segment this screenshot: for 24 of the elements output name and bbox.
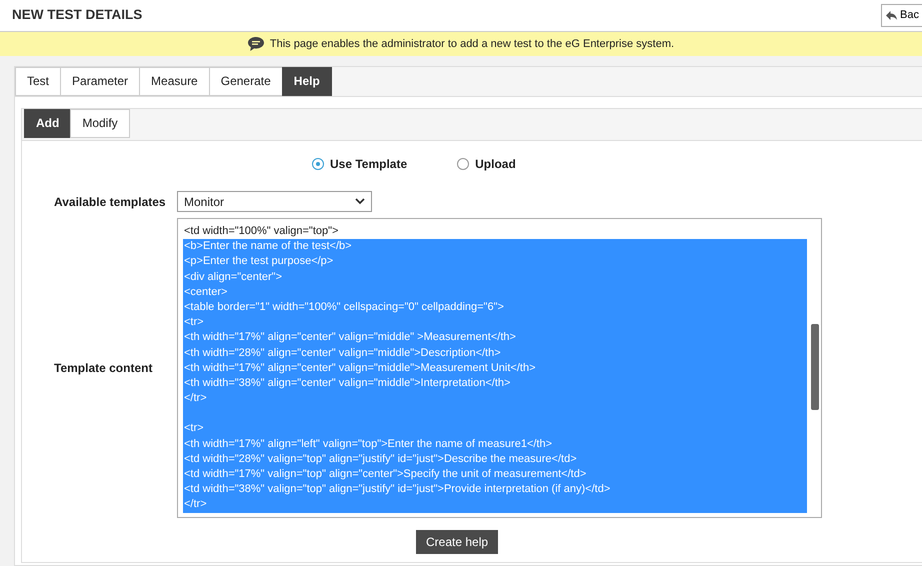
chevron-down-icon	[355, 198, 365, 205]
create-help-button[interactable]: Create help	[416, 530, 498, 554]
radio-button[interactable]	[312, 158, 324, 170]
back-arrow-icon	[886, 11, 898, 20]
field-label: Template content	[53, 360, 154, 377]
speech-bubble-icon	[248, 37, 264, 51]
sub-tab[interactable]: Modify	[70, 109, 130, 138]
radio-button[interactable]	[457, 158, 470, 170]
code-line: <td width="100%" valign="top">	[183, 224, 340, 239]
page-title: NEW TEST DETAILS	[12, 6, 142, 24]
scrollbar-thumb[interactable]	[811, 324, 819, 410]
tab[interactable]: Measure	[139, 67, 209, 96]
sub-tab[interactable]: Add	[24, 109, 70, 138]
field-label: Available templates	[53, 194, 167, 210]
tab[interactable]: Generate	[208, 67, 282, 96]
tab[interactable]: Test	[15, 67, 60, 96]
template-dropdown[interactable]: Monitor	[177, 191, 372, 212]
template-textarea[interactable]	[177, 218, 822, 518]
info-message: This page enables the administrator to add a new test to the eG Enterprise system.	[270, 36, 674, 52]
back-button[interactable]: Bac	[881, 4, 922, 27]
tab[interactable]: Parameter	[60, 67, 140, 96]
tab[interactable]: Help	[282, 67, 332, 96]
radio-label: Use Template	[330, 156, 408, 173]
radio-label: Upload	[475, 156, 516, 173]
